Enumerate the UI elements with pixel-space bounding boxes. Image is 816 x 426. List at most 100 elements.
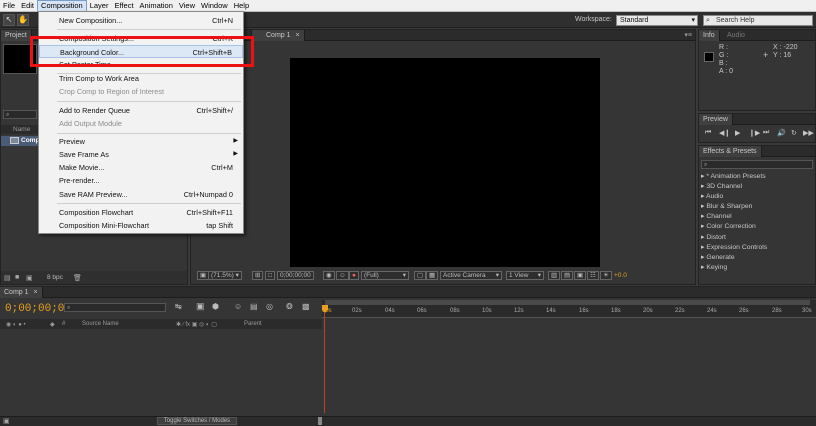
effects-item[interactable]: ▸ Channel — [701, 212, 732, 220]
project-search-input[interactable]: ⌕ — [3, 110, 37, 119]
close-icon[interactable]: × — [292, 32, 299, 39]
toggle-switches-modes-button[interactable]: Toggle Switches / Modes — [157, 417, 237, 425]
hide-shy-layers-icon[interactable]: ☺ — [234, 302, 242, 311]
effects-item[interactable]: ▸ * Animation Presets — [701, 172, 766, 180]
transparency-grid-icon[interactable]: ▦ — [426, 271, 439, 280]
tab-effects-presets[interactable]: Effects & Presets — [699, 146, 762, 157]
exposure-value[interactable]: +0.0 — [614, 272, 627, 279]
magnification-select[interactable]: (71.5%) ▾ — [208, 271, 242, 280]
tab-timeline-comp-1[interactable]: Comp 1 × — [0, 287, 43, 298]
menu-effect[interactable]: Effect — [111, 0, 136, 12]
menu-animation[interactable]: Animation — [137, 0, 176, 12]
fast-previews-icon[interactable]: ▤ — [561, 271, 574, 280]
panel-menu-icon[interactable]: ▾≡ — [684, 31, 692, 39]
menu-item-pre-render[interactable]: Pre-render... — [39, 174, 243, 187]
menu-composition[interactable]: Composition — [37, 0, 87, 12]
effects-item[interactable]: ▸ Audio — [701, 192, 723, 200]
expand-pane-icon[interactable]: ▣ — [3, 417, 10, 425]
menu-item-trim-comp[interactable]: Trim Comp to Work Area — [39, 72, 243, 85]
bit-depth-label[interactable]: 8 bpc — [47, 274, 63, 281]
show-channel-icon[interactable]: ● — [349, 271, 359, 280]
previous-frame-icon[interactable]: ◀❙ — [719, 129, 730, 137]
tab-comp-1[interactable]: Comp 1 × — [251, 30, 305, 41]
region-of-interest-icon[interactable]: ▢ — [414, 271, 427, 280]
menu-edit[interactable]: Edit — [18, 0, 37, 12]
interpret-footage-icon[interactable]: ▤ — [4, 274, 11, 282]
menu-view[interactable]: View — [176, 0, 198, 12]
effects-item[interactable]: ▸ Keying — [701, 263, 727, 271]
effects-item[interactable]: ▸ 3D Channel — [701, 182, 742, 190]
menu-item-crop-comp[interactable]: Crop Comp to Region of Interest — [39, 85, 243, 98]
zoom-slider-handle[interactable] — [318, 417, 322, 425]
menu-item-add-to-render-queue[interactable]: Add to Render Queue Ctrl+Shift+/ — [39, 104, 243, 117]
tab-preview[interactable]: Preview — [699, 114, 733, 125]
live-update-icon[interactable]: ▣ — [196, 301, 205, 312]
current-time-indicator[interactable] — [324, 313, 325, 413]
loop-icon[interactable]: ↻ — [791, 129, 797, 137]
effects-item[interactable]: ▸ Generate — [701, 253, 735, 261]
snapshot-icon[interactable]: ◉ — [323, 271, 335, 280]
effects-item[interactable]: ▸ Distort — [701, 233, 726, 241]
menu-file[interactable]: File — [0, 0, 18, 12]
menu-item-preview[interactable]: Preview ▶ — [39, 135, 243, 148]
timeline-icon[interactable]: ▣ — [574, 271, 587, 280]
show-snapshot-icon[interactable]: ☺ — [336, 271, 349, 280]
mask-visibility-icon[interactable]: □ — [265, 271, 275, 280]
menu-item-composition-mini-flowchart[interactable]: Composition Mini-Flowchart tap Shift — [39, 219, 243, 232]
column-parent[interactable]: Parent — [244, 321, 262, 327]
play-icon[interactable]: ▶ — [735, 129, 740, 137]
effects-item[interactable]: ▸ Color Correction — [701, 222, 756, 230]
tab-info[interactable]: Info — [699, 30, 720, 41]
composition-mini-flowchart-icon[interactable]: ↹ — [175, 302, 182, 311]
menu-item-make-movie[interactable]: Make Movie... Ctrl+M — [39, 161, 243, 174]
brainstorm-icon[interactable]: ❂ — [286, 302, 293, 311]
effects-search-input[interactable]: ⌕ — [701, 160, 813, 169]
menu-item-composition-flowchart[interactable]: Composition Flowchart Ctrl+Shift+F11 — [39, 206, 243, 219]
view-layout-select[interactable]: 1 View ▾ — [506, 271, 544, 280]
new-composition-icon[interactable]: ▣ — [26, 274, 33, 282]
column-name[interactable]: Name — [13, 126, 30, 133]
info-tab-row: Info Audio — [699, 30, 815, 41]
exposure-icon[interactable]: ☀ — [600, 271, 612, 280]
composition-canvas[interactable] — [290, 58, 600, 267]
selection-tool-icon[interactable]: ↖ — [3, 14, 15, 26]
work-area-bar[interactable] — [325, 300, 810, 305]
mute-icon[interactable]: 🔊 — [777, 129, 786, 137]
help-search-input[interactable]: ⌕ Search Help — [703, 15, 813, 26]
toggle-pixel-aspect-icon[interactable]: ▥ — [548, 271, 561, 280]
tab-audio[interactable]: Audio — [723, 30, 749, 41]
next-frame-icon[interactable]: ❙▶ — [749, 129, 760, 137]
column-source-name[interactable]: Source Name — [82, 321, 119, 327]
graph-editor-icon[interactable]: ▩ — [302, 302, 310, 311]
menu-help[interactable]: Help — [231, 0, 252, 12]
menu-item-new-composition[interactable]: New Composition... Ctrl+N — [39, 14, 243, 27]
tab-project[interactable]: Project — [1, 30, 32, 41]
motion-blur-icon[interactable]: ◎ — [266, 302, 273, 311]
flowchart-icon[interactable]: ☷ — [587, 271, 599, 280]
ram-preview-icon[interactable]: ▶▶ — [803, 129, 814, 137]
effects-item[interactable]: ▸ Blur & Sharpen — [701, 202, 752, 210]
draft-3d-icon[interactable]: ⬢ — [212, 302, 219, 311]
safe-zones-icon[interactable]: ⊞ — [252, 271, 264, 280]
first-frame-icon[interactable]: ⏮ — [705, 129, 711, 137]
workspace-select[interactable]: Standard ▾ — [616, 15, 698, 26]
timeline-timecode[interactable]: 0;00;00;00 — [5, 303, 71, 315]
viewer-timecode[interactable]: 0;00;00;00 — [277, 271, 314, 280]
menu-item-save-ram-preview[interactable]: Save RAM Preview... Ctrl+Numpad 0 — [39, 188, 243, 201]
menu-item-save-frame-as[interactable]: Save Frame As ▶ — [39, 148, 243, 161]
menu-item-add-output-module[interactable]: Add Output Module — [39, 117, 243, 130]
trash-icon[interactable]: 🗑 — [73, 274, 82, 282]
hand-tool-icon[interactable]: ✋ — [17, 14, 29, 26]
menu-layer[interactable]: Layer — [87, 0, 112, 12]
camera-select[interactable]: Active Camera ▾ — [440, 271, 502, 280]
effects-item[interactable]: ▸ Expression Controls — [701, 243, 767, 251]
frame-blending-icon[interactable]: ▤ — [250, 302, 258, 311]
new-folder-icon[interactable]: ■ — [15, 274, 19, 281]
camera-value: Active Camera — [443, 272, 486, 279]
timeline-search-input[interactable]: ⌕ — [64, 303, 166, 312]
close-icon[interactable]: × — [30, 289, 37, 296]
menu-window[interactable]: Window — [198, 0, 231, 12]
resolution-select[interactable]: (Full) ▾ — [361, 271, 409, 280]
ruler-label: 30s — [802, 308, 812, 314]
last-frame-icon[interactable]: ⏭ — [763, 129, 769, 137]
